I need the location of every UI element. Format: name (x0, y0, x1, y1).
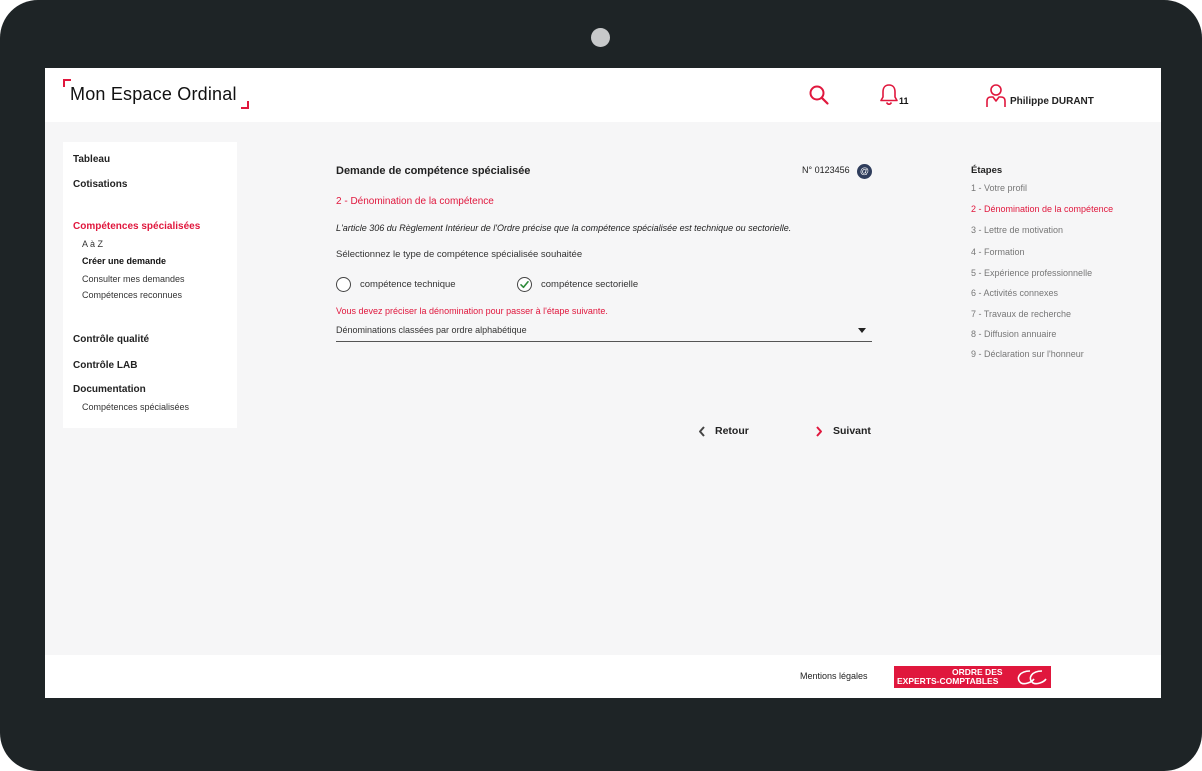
step-item[interactable]: 7 - Travaux de recherche (971, 309, 1071, 319)
app-screen: Mon Espace Ordinal 11 Philippe DURANT Ta… (45, 68, 1161, 698)
oec-logo-line2: EXPERTS-COMPTABLES (897, 676, 999, 686)
caret-down-icon (858, 328, 866, 333)
sidebar-item-tableau[interactable]: Tableau (73, 154, 110, 165)
next-button-label: Suivant (833, 425, 871, 437)
step-item[interactable]: 5 - Expérience professionnelle (971, 268, 1092, 278)
sidebar-item-cotisations[interactable]: Cotisations (73, 179, 127, 190)
bell-icon[interactable] (879, 83, 899, 107)
sidebar-subitem-competences-reconnues[interactable]: Compétences reconnues (82, 290, 182, 300)
sidebar-item-competences-specialisees[interactable]: Compétences spécialisées (73, 221, 200, 232)
request-number: N° 0123456 (802, 165, 850, 175)
denomination-select[interactable]: Dénominations classées par ordre alphabé… (336, 322, 872, 342)
step-item[interactable]: 3 - Lettre de motivation (971, 225, 1063, 235)
radio-sectorielle-label[interactable]: compétence sectorielle (541, 279, 638, 290)
search-icon[interactable] (808, 84, 830, 106)
check-icon (520, 281, 529, 289)
logo-bracket-bottom-right (241, 101, 249, 109)
header: Mon Espace Ordinal 11 Philippe DURANT (45, 68, 1161, 122)
radio-technique-label[interactable]: compétence technique (360, 279, 456, 290)
step-item[interactable]: 1 - Votre profil (971, 183, 1027, 193)
step-item[interactable]: 9 - Déclaration sur l'honneur (971, 349, 1084, 359)
sidebar-item-documentation[interactable]: Documentation (73, 384, 146, 395)
sidebar-subitem-creer-demande[interactable]: Créer une demande (82, 256, 166, 266)
step-item[interactable]: 6 - Activités connexes (971, 288, 1058, 298)
step-item-active[interactable]: 2 - Dénomination de la compétence (971, 204, 1113, 214)
sidebar-item-controle-lab[interactable]: Contrôle LAB (73, 360, 137, 371)
article-text: L'article 306 du Règlement Intérieur de … (336, 223, 792, 233)
at-icon[interactable]: @ (857, 164, 872, 179)
oec-swirl-icon (1017, 670, 1047, 685)
sidebar-subitem-consulter-demandes[interactable]: Consulter mes demandes (82, 274, 185, 284)
sidebar-item-controle-qualite[interactable]: Contrôle qualité (73, 334, 149, 345)
form-title: Demande de compétence spécialisée (336, 165, 531, 177)
steps-heading: Étapes (971, 165, 1003, 176)
radio-technique[interactable] (336, 277, 351, 292)
user-icon[interactable] (985, 83, 1007, 109)
notification-count: 11 (899, 96, 909, 106)
validation-error: Vous devez préciser la dénomination pour… (336, 306, 608, 316)
chevron-left-icon (699, 426, 705, 437)
sidebar-subitem-doc-competences[interactable]: Compétences spécialisées (82, 402, 189, 412)
competence-type-prompt: Sélectionnez le type de compétence spéci… (336, 249, 583, 260)
legal-mentions-link[interactable]: Mentions légales (800, 671, 868, 681)
camera-lens (591, 28, 610, 47)
step-item[interactable]: 8 - Diffusion annuaire (971, 329, 1056, 339)
current-step-title: 2 - Dénomination de la compétence (336, 196, 494, 207)
chevron-right-icon (816, 426, 822, 437)
oec-logo[interactable]: ORDRE DES EXPERTS-COMPTABLES (894, 666, 1051, 688)
app-logo[interactable]: Mon Espace Ordinal (63, 79, 249, 109)
logo-text: Mon Espace Ordinal (70, 84, 237, 104)
sidebar-subitem-a-z[interactable]: A à Z (82, 239, 103, 249)
step-item[interactable]: 4 - Formation (971, 247, 1025, 257)
radio-sectorielle[interactable] (517, 277, 532, 292)
tablet-frame: Mon Espace Ordinal 11 Philippe DURANT Ta… (0, 0, 1202, 771)
back-button-label: Retour (715, 425, 749, 437)
user-name[interactable]: Philippe DURANT (1010, 96, 1094, 107)
denomination-select-value: Dénominations classées par ordre alphabé… (336, 325, 527, 335)
